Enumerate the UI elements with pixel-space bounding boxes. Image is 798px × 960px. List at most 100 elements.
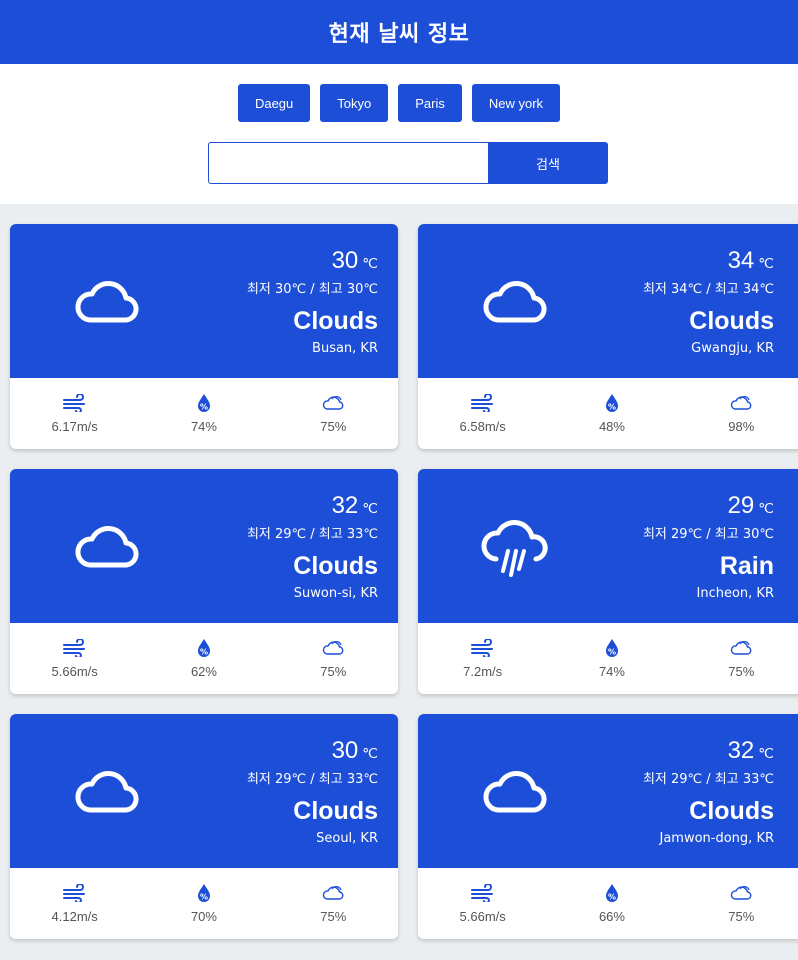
weather-info: 34 ℃ 최저 34℃ / 최고 34℃ Clouds Gwangju, KR — [643, 244, 774, 358]
humidity-value: 62% — [190, 664, 217, 679]
clouds-icon — [729, 884, 753, 902]
cloud-icon — [70, 272, 142, 332]
weather-info: 32 ℃ 최저 29℃ / 최고 33℃ Clouds Suwon-si, KR — [247, 489, 378, 603]
weather-card-header: 32 ℃ 최저 29℃ / 최고 33℃ Clouds Suwon-si, KR — [10, 469, 398, 623]
temperature: 32 ℃ — [643, 734, 774, 770]
wind-speed: 7.2m/s — [463, 664, 503, 679]
humidity-stat: 48% — [547, 378, 676, 449]
weather-stats: 5.66m/s 62% 75% — [10, 623, 398, 694]
location: Incheon, KR — [696, 586, 774, 601]
humidity-icon — [600, 884, 624, 902]
temperature-unit: ℃ — [758, 255, 774, 271]
search-input[interactable] — [208, 142, 488, 184]
weather-info: 30 ℃ 최저 29℃ / 최고 33℃ Clouds Seoul, KR — [247, 734, 378, 848]
temperature-value: 32 — [727, 737, 755, 764]
wind-icon — [63, 639, 87, 657]
weather-info: 32 ℃ 최저 29℃ / 최고 33℃ Clouds Jamwon-dong, … — [643, 734, 774, 848]
cloudiness-value: 75% — [320, 419, 347, 434]
weather-card-header: 32 ℃ 최저 29℃ / 최고 33℃ Clouds Jamwon-dong, … — [418, 714, 798, 868]
wind-stat: 4.12m/s — [10, 868, 139, 939]
min-max-temperature: 최저 29℃ / 최고 33℃ — [246, 772, 378, 787]
weather-stats: 5.66m/s 66% 75% — [418, 868, 798, 939]
temperature: 30 ℃ — [247, 734, 378, 770]
weather-condition: Clouds — [293, 797, 378, 825]
humidity-stat: 74% — [547, 623, 676, 694]
wind-stat: 6.58m/s — [418, 378, 547, 449]
weather-card: 32 ℃ 최저 29℃ / 최고 33℃ Clouds Jamwon-dong, … — [418, 714, 798, 939]
clouds-icon — [729, 394, 753, 412]
page-title: 현재 날씨 정보 — [328, 22, 470, 47]
humidity-icon — [192, 884, 216, 902]
weather-condition: Clouds — [293, 552, 378, 580]
humidity-value: 74% — [190, 419, 217, 434]
weather-card-header: 29 ℃ 최저 29℃ / 최고 30℃ Rain Incheon, KR — [418, 469, 798, 623]
weather-stats: 6.58m/s 48% 98% — [418, 378, 798, 449]
weather-condition: Clouds — [689, 797, 774, 825]
temperature: 30 ℃ — [247, 244, 378, 280]
location: Suwon-si, KR — [293, 586, 378, 601]
temperature-unit: ℃ — [758, 745, 774, 761]
cloudiness-stat: 75% — [677, 623, 798, 694]
humidity-icon — [192, 639, 216, 657]
temperature-value: 29 — [727, 492, 755, 519]
cloud-icon — [70, 762, 142, 822]
weather-info: 30 ℃ 최저 30℃ / 최고 30℃ Clouds Busan, KR — [247, 244, 378, 358]
city-button-new-york[interactable]: New york — [471, 84, 561, 122]
rain-cloud-icon — [478, 517, 550, 577]
temperature-unit: ℃ — [362, 745, 378, 761]
cloudiness-stat: 75% — [269, 378, 398, 449]
clouds-icon — [321, 884, 345, 902]
humidity-icon — [600, 394, 624, 412]
humidity-value: 48% — [598, 419, 625, 434]
wind-speed: 6.58m/s — [459, 419, 506, 434]
search-button[interactable]: 검색 — [488, 142, 608, 184]
humidity-stat: 74% — [139, 378, 268, 449]
temperature-value: 34 — [727, 247, 755, 274]
city-button-tokyo[interactable]: Tokyo — [320, 84, 389, 122]
humidity-icon — [600, 639, 624, 657]
city-button-paris[interactable]: Paris — [398, 84, 462, 122]
weather-stats: 6.17m/s 74% 75% — [10, 378, 398, 449]
humidity-stat: 66% — [547, 868, 676, 939]
temperature: 34 ℃ — [643, 244, 774, 280]
weather-card: 34 ℃ 최저 34℃ / 최고 34℃ Clouds Gwangju, KR 6… — [418, 224, 798, 449]
cloudiness-stat: 98% — [677, 378, 798, 449]
cloud-icon — [478, 762, 550, 822]
clouds-icon — [321, 394, 345, 412]
wind-stat: 7.2m/s — [418, 623, 547, 694]
clouds-icon — [321, 639, 345, 657]
wind-speed: 4.12m/s — [51, 909, 98, 924]
weather-stats: 7.2m/s 74% 75% — [418, 623, 798, 694]
wind-icon — [471, 639, 495, 657]
weather-info: 29 ℃ 최저 29℃ / 최고 30℃ Rain Incheon, KR — [643, 489, 774, 603]
search-bar: 검색 — [208, 142, 608, 184]
cloudiness-value: 75% — [728, 664, 755, 679]
wind-icon — [471, 884, 495, 902]
city-button-daegu[interactable]: Daegu — [237, 84, 311, 122]
humidity-value: 74% — [598, 664, 625, 679]
cloudiness-stat: 75% — [269, 868, 398, 939]
wind-icon — [471, 394, 495, 412]
humidity-value: 70% — [190, 909, 217, 924]
min-max-temperature: 최저 29℃ / 최고 33℃ — [642, 772, 774, 787]
min-max-temperature: 최저 34℃ / 최고 34℃ — [642, 282, 774, 297]
city-button-group: Daegu Tokyo Paris New york — [0, 84, 798, 122]
temperature-unit: ℃ — [758, 500, 774, 516]
humidity-stat: 62% — [139, 623, 268, 694]
cloudiness-value: 75% — [320, 909, 347, 924]
temperature-unit: ℃ — [362, 500, 378, 516]
weather-card-header: 30 ℃ 최저 29℃ / 최고 33℃ Clouds Seoul, KR — [10, 714, 398, 868]
temperature: 32 ℃ — [247, 489, 378, 525]
wind-stat: 6.17m/s — [10, 378, 139, 449]
temperature: 29 ℃ — [643, 489, 774, 525]
clouds-icon — [729, 639, 753, 657]
humidity-stat: 70% — [139, 868, 268, 939]
wind-speed: 5.66m/s — [51, 664, 98, 679]
humidity-value: 66% — [598, 909, 625, 924]
app-header: 현재 날씨 정보 — [0, 0, 798, 64]
min-max-temperature: 최저 30℃ / 최고 30℃ — [246, 282, 378, 297]
cloudiness-value: 98% — [728, 419, 755, 434]
location: Seoul, KR — [316, 831, 378, 846]
wind-speed: 5.66m/s — [459, 909, 506, 924]
weather-card: 30 ℃ 최저 30℃ / 최고 30℃ Clouds Busan, KR 6.1… — [10, 224, 398, 449]
